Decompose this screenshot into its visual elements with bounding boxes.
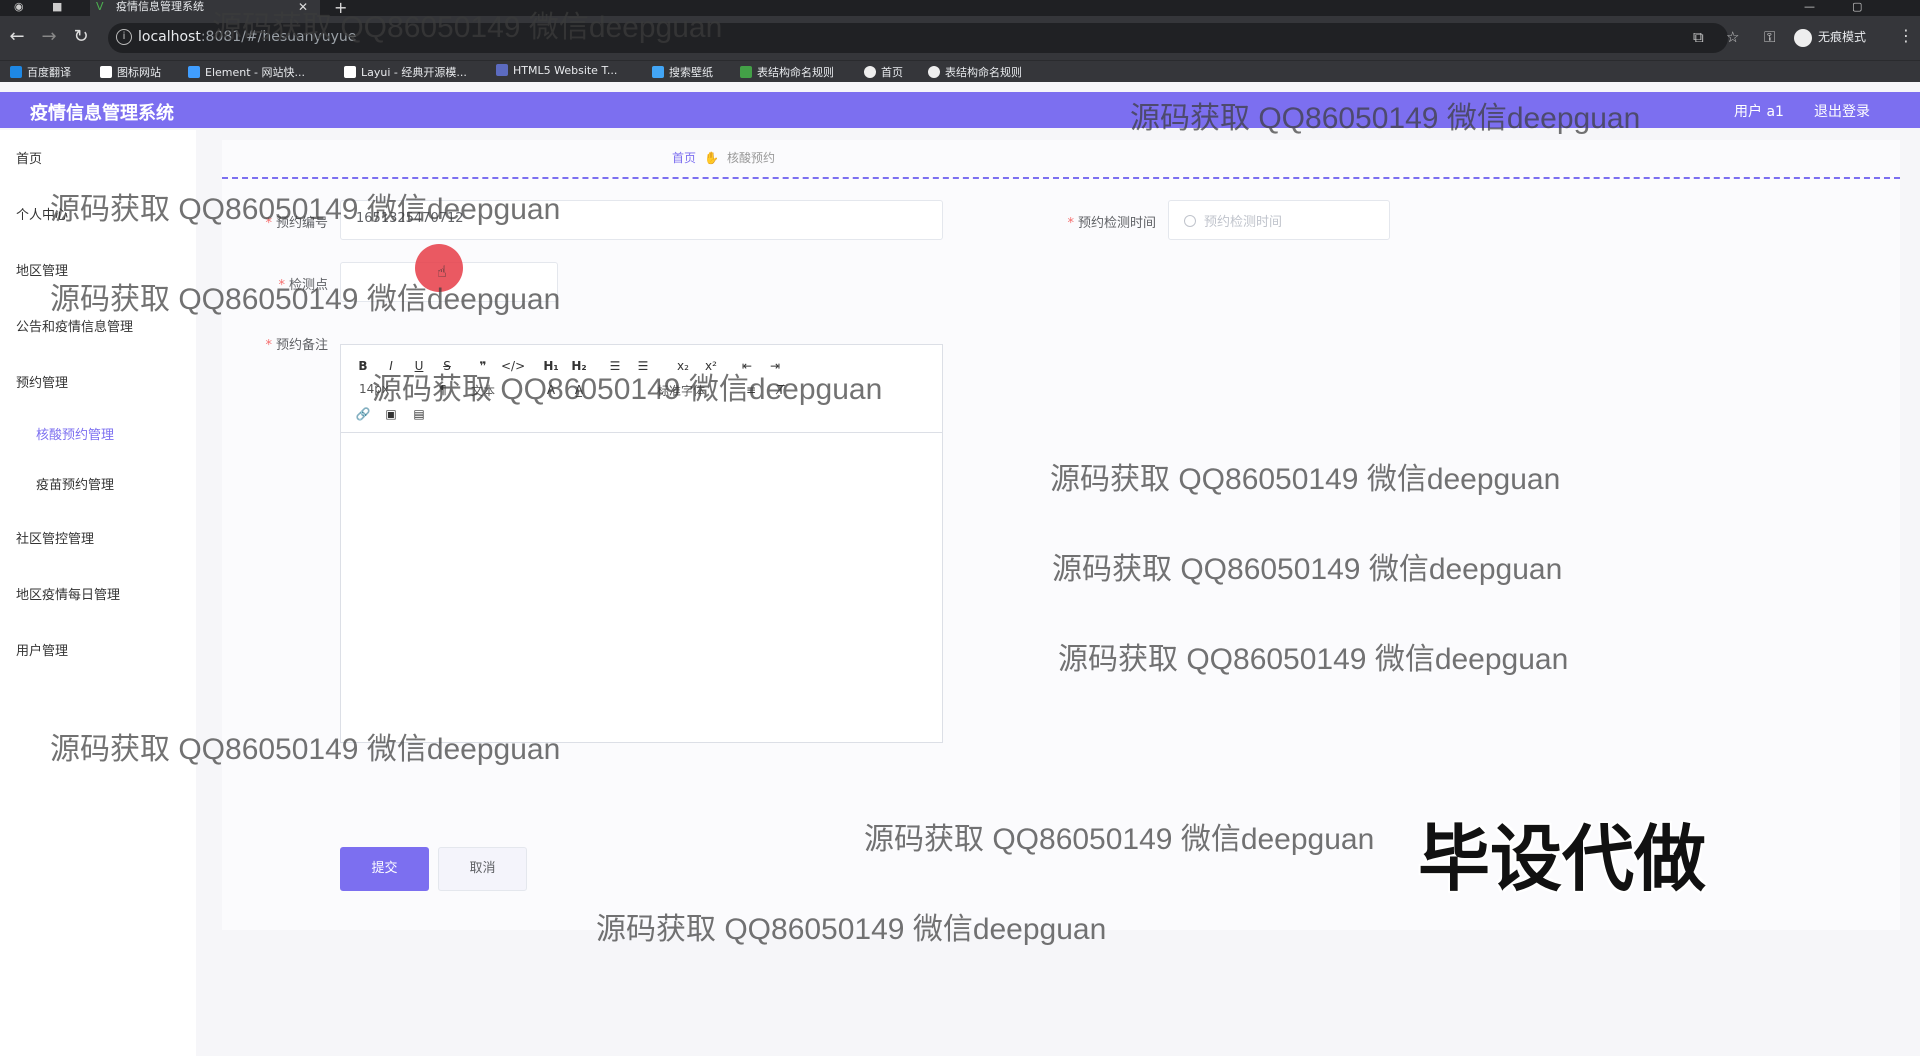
browser-logo-icon: ◉ xyxy=(14,0,24,13)
vue-favicon-icon: V xyxy=(96,0,104,13)
incognito-indicator[interactable]: 无痕模式 xyxy=(1794,28,1866,47)
bookmark-favicon-icon xyxy=(652,66,664,78)
sidebar-item-booking[interactable]: 预约管理 xyxy=(16,372,68,391)
bookmarks-bar: 百度翻译 图标网站 Element - 网站快... Layui - 经典开源模… xyxy=(0,60,1920,82)
submit-button[interactable]: 提交 xyxy=(340,847,429,891)
watermark-text: 源码获取 QQ86050149 微信deepguan xyxy=(864,823,1375,856)
promo-stamp: 毕设代做 xyxy=(1418,817,1707,901)
cancel-button[interactable]: 取消 xyxy=(438,847,527,891)
menu-dots-icon[interactable]: ⋮ xyxy=(1898,26,1914,45)
watermark-text: 源码获取 QQ86050149 微信deepguan xyxy=(50,733,561,766)
bookmark-favicon-icon xyxy=(188,66,200,78)
hand-icon: ✋ xyxy=(704,151,719,165)
remark-label: * 预约备注 xyxy=(265,338,328,353)
watermark-text: 源码获取 QQ86050149 微信deepguan xyxy=(372,373,883,406)
app-title: 疫情信息管理系统 xyxy=(30,103,174,124)
back-icon[interactable]: ← xyxy=(4,24,30,50)
bookmark-item[interactable]: 搜索壁纸 xyxy=(652,64,713,80)
breadcrumb: 首页 ✋ 核酸预约 xyxy=(672,149,775,166)
bookmark-favicon-icon xyxy=(928,66,940,78)
breadcrumb-home[interactable]: 首页 xyxy=(672,151,696,165)
clock-icon xyxy=(1184,215,1196,227)
bookmark-item[interactable]: Layui - 经典开源模... xyxy=(344,64,467,80)
sidebar-item-nucleic-booking[interactable]: 核酸预约管理 xyxy=(36,424,114,443)
bookmark-item[interactable]: 首页 xyxy=(864,64,903,80)
site-info-icon[interactable]: i xyxy=(116,29,132,45)
bookmark-item[interactable]: 百度翻译 xyxy=(10,64,71,80)
bookmark-favicon-icon xyxy=(740,66,752,78)
watermark-text: 源码获取 QQ86050149 微信deepguan xyxy=(50,193,561,226)
tab-title: 疫情信息管理系统 xyxy=(116,0,204,13)
sidebar-item-community[interactable]: 社区管控管理 xyxy=(16,528,94,547)
watermark-text: 源码获取 QQ86050149 微信deepguan xyxy=(596,913,1107,946)
bookmark-item[interactable]: Element - 网站快... xyxy=(188,64,305,80)
bold-icon[interactable]: B xyxy=(353,357,373,375)
link-icon[interactable]: 🔗 xyxy=(353,405,373,423)
test-time-picker[interactable]: 预约检测时间 xyxy=(1168,200,1390,240)
sidebar-item-users[interactable]: 用户管理 xyxy=(16,640,68,659)
minimize-icon[interactable]: — xyxy=(1804,0,1815,13)
bookmark-favicon-icon xyxy=(344,66,356,78)
bookmark-item[interactable]: 表结构命名规则 xyxy=(928,64,1022,80)
bookmark-favicon-icon xyxy=(100,66,112,78)
watermark-text: 源码获取 QQ86050149 微信deepguan xyxy=(1130,102,1641,135)
translate-icon[interactable]: ⧉ xyxy=(1693,28,1704,46)
sidebar-item-daily-epidemic[interactable]: 地区疫情每日管理 xyxy=(16,584,120,603)
watermark-text: 源码获取 QQ86050149 微信deepguan xyxy=(1050,463,1561,496)
watermark-text: 源码获取 QQ86050149 微信deepguan xyxy=(1058,643,1569,676)
dashed-divider xyxy=(222,177,1900,179)
current-user: 用户 a1 xyxy=(1734,104,1784,120)
breadcrumb-current: 核酸预约 xyxy=(726,151,775,165)
maximize-icon[interactable]: ▢ xyxy=(1852,0,1862,13)
editor-content[interactable] xyxy=(341,434,942,742)
reload-icon[interactable]: ↻ xyxy=(68,24,94,50)
bookmark-favicon-icon xyxy=(496,64,508,76)
bookmark-favicon-icon xyxy=(864,66,876,78)
forward-icon[interactable]: → xyxy=(36,24,62,50)
sidebar-item-vaccine-booking[interactable]: 疫苗预约管理 xyxy=(36,474,114,493)
watermark-text: 源码获取 QQ86050149 微信deepguan xyxy=(50,283,561,316)
bookmark-item[interactable]: HTML5 Website T... xyxy=(496,64,617,77)
sidebar-item-home[interactable]: 首页 xyxy=(16,148,42,167)
bookmark-favicon-icon xyxy=(10,66,22,78)
sidebar: 首页 个人中心 地区管理 公告和疫情信息管理 预约管理 核酸预约管理 疫苗预约管… xyxy=(0,130,196,1056)
incognito-icon xyxy=(1794,28,1812,47)
key-icon[interactable]: ⚿ xyxy=(1764,28,1775,46)
test-time-label: * 预约检测时间 xyxy=(1067,216,1156,231)
sidebar-item-notice[interactable]: 公告和疫情信息管理 xyxy=(16,316,133,335)
bookmark-item[interactable]: 图标网站 xyxy=(100,64,161,80)
watermark-text: 源码获取 QQ86050149 微信deepguan xyxy=(1052,553,1563,586)
bookmark-star-icon[interactable]: ☆ xyxy=(1726,28,1739,46)
logout-link[interactable]: 退出登录 xyxy=(1814,101,1870,121)
watermark-text: 源码获取 QQ86050149 微信deepguan xyxy=(212,11,723,44)
bookmark-item[interactable]: 表结构命名规则 xyxy=(740,64,834,80)
window-icon: ■ xyxy=(52,0,63,13)
